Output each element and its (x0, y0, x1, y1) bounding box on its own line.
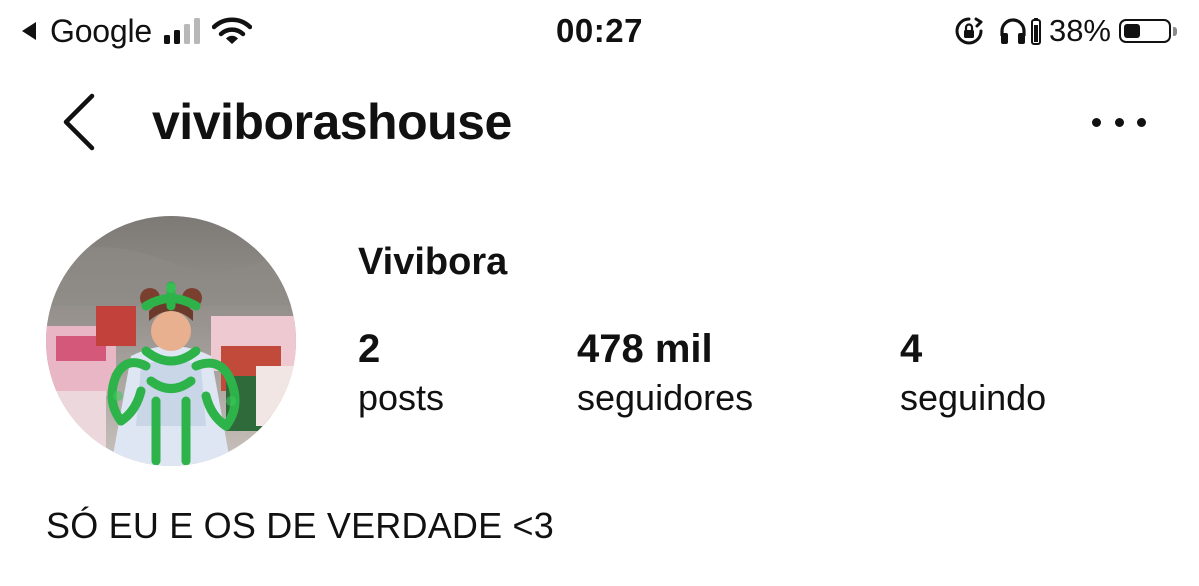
more-horizontal-icon (1092, 117, 1101, 127)
profile-bio: SÓ EU E OS DE VERDADE <3 (46, 505, 554, 546)
status-bar: Google 00:27 38% (0, 0, 1199, 62)
battery-fill (1124, 24, 1140, 38)
posts-stat[interactable]: 2 posts (358, 326, 444, 422)
profile-avatar[interactable] (46, 216, 296, 466)
more-dot (1114, 117, 1124, 127)
followers-count: 478 mil (577, 327, 713, 371)
more-options-button[interactable] (1092, 112, 1146, 132)
status-right-group: 38% (954, 12, 1177, 50)
orientation-lock-icon (955, 17, 983, 45)
profile-display-name: Vivibora (358, 241, 508, 283)
battery-icon (1119, 19, 1171, 43)
profile-username: viviborashouse (152, 94, 512, 150)
posts-label: posts (358, 377, 445, 418)
profile-screen: Google 00:27 38% viviborashouse Vivibora… (0, 0, 1199, 586)
following-count: 4 (900, 327, 923, 371)
more-dot (1137, 117, 1146, 127)
following-label: seguindo (900, 377, 1047, 418)
chevron-left-icon[interactable] (56, 92, 100, 152)
headphones-icon (1000, 18, 1026, 44)
followers-label: seguidores (577, 377, 754, 418)
posts-count: 2 (358, 327, 381, 371)
headphones-battery-icon (1030, 18, 1041, 45)
following-stat[interactable]: 4 seguindo (900, 326, 1046, 422)
battery-nub (1173, 26, 1177, 36)
battery-percent: 38% (1048, 13, 1111, 48)
followers-stat[interactable]: 478 mil seguidores (577, 326, 753, 422)
